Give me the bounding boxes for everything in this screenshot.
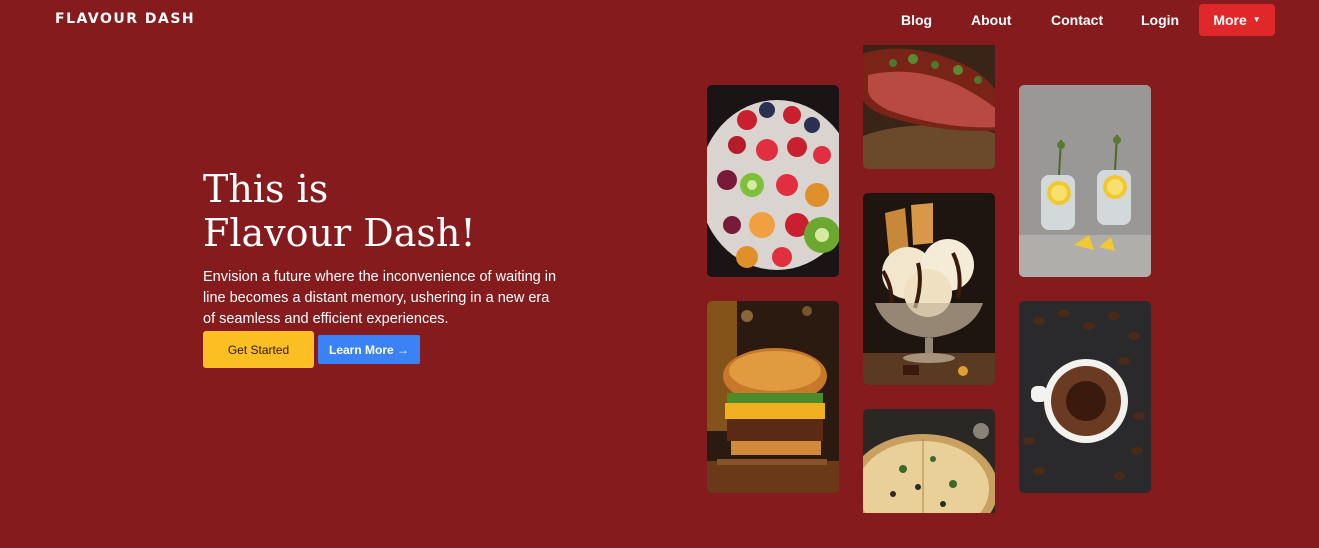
coffee-image [1019,301,1151,493]
nav-link-about[interactable]: About [971,12,1011,28]
nav-link-login[interactable]: Login [1141,12,1179,28]
pizza-image [863,409,995,513]
nav-link-contact[interactable]: Contact [1051,12,1103,28]
brand-logo[interactable]: FLAVOUR DASH [55,11,195,27]
chevron-down-icon: ▼ [1252,15,1261,24]
lemon-drinks-image [1019,85,1151,277]
more-label: More [1213,12,1247,28]
hero-title: This is Flavour Dash! [203,167,523,255]
hero-title-line1: This is [203,167,329,211]
hero-title-line2: Flavour Dash! [203,211,476,255]
learn-more-button[interactable]: Learn More → [318,335,420,364]
ice-cream-sundae-image [863,193,995,385]
more-dropdown-button[interactable]: More ▼ [1199,4,1275,36]
get-started-button[interactable]: Get Started [203,331,314,368]
burger-image [707,301,839,493]
nav-link-blog[interactable]: Blog [901,12,932,28]
hero-description: Envision a future where the inconvenienc… [203,269,557,327]
steak-image [863,45,995,169]
fruit-platter-image [707,85,839,277]
